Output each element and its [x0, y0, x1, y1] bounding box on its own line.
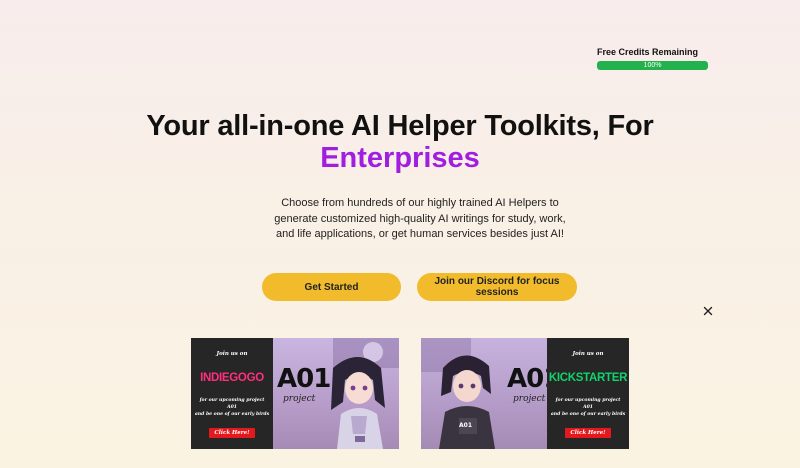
promo-line: for our upcoming project [555, 398, 621, 403]
credits-percent: 100% [643, 62, 662, 69]
close-icon[interactable] [702, 305, 714, 317]
promo-project-name: A01 [227, 405, 237, 410]
indiegogo-logo-text: INDIEGOGO [200, 372, 264, 384]
get-started-button[interactable]: Get Started [262, 273, 401, 301]
kickstarter-click-here-button[interactable]: Click Here! [565, 428, 611, 438]
suit-badge-text: A01 [459, 422, 472, 429]
join-text: Join us on [216, 351, 248, 357]
promo-project-name: A01 [583, 405, 593, 410]
credits-widget: Free Credits Remaining 100% [597, 47, 708, 70]
project-subtitle: project [513, 394, 546, 404]
promo-line: and be one of our early birds [194, 412, 270, 417]
hero-accent-word: Enterprises [320, 142, 480, 174]
promo-line: and be one of our early birds [550, 412, 626, 417]
kickstarter-promo-panel: Join us on KICKSTARTER for our upcoming … [547, 338, 629, 449]
hero-title: Your all-in-one AI Helper Toolkits, For [146, 110, 654, 142]
indiegogo-click-here-button[interactable]: Click Here! [209, 428, 255, 438]
credits-progress-bar: 100% [597, 61, 708, 70]
character-artwork: A01 A01 project [421, 338, 547, 449]
a01-brand-text: A01 [507, 364, 547, 394]
a01-brand-text: A01 [277, 364, 331, 394]
indiegogo-promo-panel: Join us on INDIEGOGO for our upcoming pr… [191, 338, 273, 449]
join-discord-button[interactable]: Join our Discord for focus sessions [417, 273, 577, 301]
hero-description: Choose from hundreds of our highly train… [274, 197, 566, 240]
kickstarter-logo-text: KICKSTARTER [548, 372, 628, 384]
project-subtitle: project [283, 394, 316, 404]
join-text: Join us on [572, 351, 604, 357]
indiegogo-banner[interactable]: Join us on INDIEGOGO for our upcoming pr… [191, 338, 399, 449]
kickstarter-banner[interactable]: A01 A01 project Join us on KICKSTARTER f… [421, 338, 629, 449]
credits-title: Free Credits Remaining [597, 47, 699, 57]
character-artwork: A01 project [273, 338, 399, 449]
promo-line: for our upcoming project [199, 398, 265, 403]
